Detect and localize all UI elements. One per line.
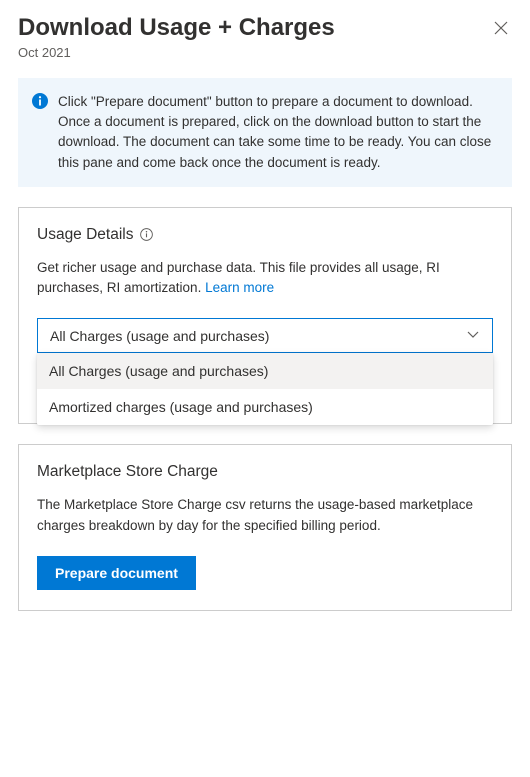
prepare-document-button[interactable]: Prepare document [37, 556, 196, 590]
help-icon[interactable] [140, 228, 153, 241]
marketplace-card: Marketplace Store Charge The Marketplace… [18, 444, 512, 611]
usage-details-title: Usage Details [37, 226, 134, 244]
dropdown-option-amortized[interactable]: Amortized charges (usage and purchases) [37, 389, 493, 425]
info-icon [32, 93, 48, 173]
info-text: Click "Prepare document" button to prepa… [58, 92, 496, 173]
usage-details-card: Usage Details Get richer usage and purch… [18, 207, 512, 425]
charges-select-value: All Charges (usage and purchases) [50, 328, 269, 344]
dropdown-option-all-charges[interactable]: All Charges (usage and purchases) [37, 353, 493, 389]
marketplace-desc: The Marketplace Store Charge csv returns… [37, 495, 493, 536]
charges-select[interactable]: All Charges (usage and purchases) [37, 318, 493, 353]
chevron-down-icon [466, 327, 480, 344]
learn-more-link[interactable]: Learn more [205, 280, 274, 295]
charges-dropdown: All Charges (usage and purchases) Amorti… [37, 353, 493, 425]
page-subtitle: Oct 2021 [18, 45, 512, 60]
page-title: Download Usage + Charges [18, 14, 335, 43]
usage-details-desc: Get richer usage and purchase data. This… [37, 258, 493, 299]
info-banner: Click "Prepare document" button to prepa… [18, 78, 512, 187]
close-button[interactable] [490, 18, 512, 40]
close-icon [494, 21, 508, 35]
marketplace-title: Marketplace Store Charge [37, 463, 218, 481]
